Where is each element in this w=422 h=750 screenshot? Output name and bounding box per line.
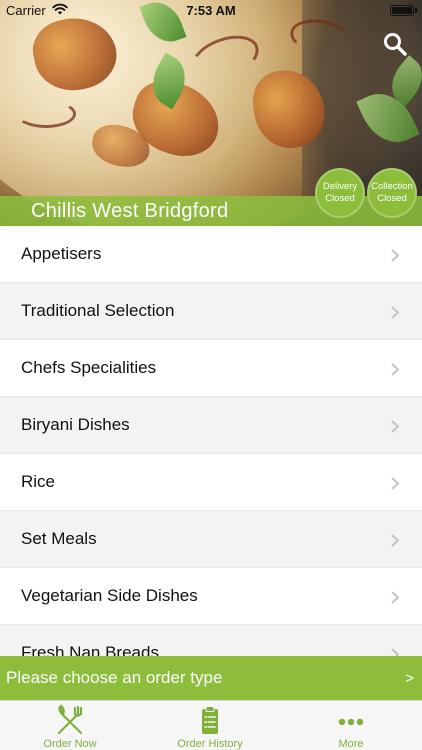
- search-icon[interactable]: [382, 31, 408, 57]
- more-dots-icon: [338, 718, 364, 726]
- menu-category-biryani-dishes[interactable]: Biryani Dishes: [0, 397, 422, 454]
- collection-status-badge: Collection Closed: [367, 168, 417, 218]
- menu-category-traditional-selection[interactable]: Traditional Selection: [0, 283, 422, 340]
- fork-knife-icon: [57, 704, 83, 735]
- menu-category-label: Traditional Selection: [21, 301, 175, 320]
- tab-order-history[interactable]: Order History: [140, 701, 280, 750]
- menu-category-fresh-nan-breads[interactable]: Fresh Nan Breads: [0, 625, 422, 656]
- menu-category-label: Fresh Nan Breads: [21, 643, 159, 656]
- status-bar: Carrier 7:53 AM: [0, 0, 422, 22]
- menu-category-label: Set Meals: [21, 529, 97, 548]
- clipboard-icon: [202, 706, 218, 734]
- menu-category-label: Biryani Dishes: [21, 415, 130, 434]
- menu-category-label: Appetisers: [21, 244, 102, 263]
- delivery-status-state: Closed: [325, 193, 355, 204]
- tab-bar: Order Now Order History More: [0, 700, 422, 750]
- restaurant-name: Chillis West Bridgford: [31, 200, 229, 222]
- collection-status-title: Collection: [371, 181, 413, 192]
- battery-icon: [390, 5, 414, 16]
- menu-category-rice[interactable]: Rice: [0, 454, 422, 511]
- chevron-right-icon: [391, 306, 399, 319]
- menu-category-label: Rice: [21, 472, 56, 491]
- tab-order-now[interactable]: Order Now: [0, 701, 140, 750]
- tab-more[interactable]: More: [281, 701, 421, 750]
- delivery-status-title: Delivery: [322, 181, 358, 192]
- chevron-right-icon: [391, 363, 399, 376]
- clock: 7:53 AM: [186, 3, 236, 18]
- chevron-right-icon: [391, 591, 399, 604]
- delivery-status-badge: Delivery Closed: [315, 168, 365, 218]
- battery-tip: [415, 8, 417, 13]
- menu-category-vegetarian-side-dishes[interactable]: Vegetarian Side Dishes: [0, 568, 422, 625]
- tab-label: Order Now: [43, 738, 97, 750]
- chevron-right-icon: [391, 249, 399, 262]
- menu-category-chefs-specialities[interactable]: Chefs Specialities: [0, 340, 422, 397]
- menu-category-list: Appetisers Traditional Selection Chefs S…: [0, 226, 422, 656]
- menu-category-appetisers[interactable]: Appetisers: [0, 226, 422, 283]
- chevron-right-icon: [391, 648, 399, 656]
- chevron-right-icon: [391, 534, 399, 547]
- choose-order-type-button[interactable]: Please choose an order type >: [0, 656, 422, 700]
- collection-status-state: Closed: [377, 193, 407, 204]
- tab-label: Order History: [177, 738, 243, 750]
- chevron-right-icon: [391, 477, 399, 490]
- menu-category-set-meals[interactable]: Set Meals: [0, 511, 422, 568]
- tab-label: More: [338, 738, 364, 750]
- menu-category-label: Vegetarian Side Dishes: [21, 586, 198, 605]
- order-type-arrow: >: [405, 669, 414, 687]
- order-type-prompt: Please choose an order type: [6, 668, 223, 687]
- chevron-right-icon: [391, 420, 399, 433]
- menu-category-label: Chefs Specialities: [21, 358, 157, 377]
